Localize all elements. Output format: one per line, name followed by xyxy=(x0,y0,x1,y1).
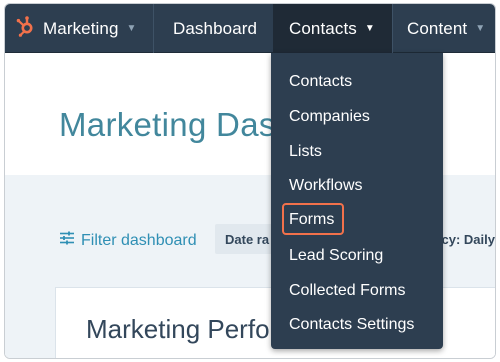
nav-divider xyxy=(392,4,393,53)
page-title: Marketing Das xyxy=(59,106,276,143)
menu-item-collected-forms[interactable]: Collected Forms xyxy=(289,282,405,300)
menu-item-lists[interactable]: Lists xyxy=(289,143,322,161)
hubspot-sprocket-icon xyxy=(15,15,37,42)
caret-down-icon: ▼ xyxy=(364,23,375,34)
menu-item-contacts[interactable]: Contacts xyxy=(289,73,352,91)
filter-dashboard-label: Filter dashboard xyxy=(81,231,197,249)
contacts-dropdown-menu: Contacts Companies Lists Workflows Forms… xyxy=(271,53,443,349)
nav-marketing-label: Marketing xyxy=(43,18,119,38)
menu-item-forms[interactable]: Forms xyxy=(289,211,334,229)
menu-item-companies[interactable]: Companies xyxy=(289,108,370,126)
card-title: Marketing Perfo xyxy=(86,314,270,344)
nav-contacts-label: Contacts xyxy=(289,18,357,38)
nav-content[interactable]: Content ▼ xyxy=(403,4,485,53)
nav-marketing[interactable]: Marketing ▼ xyxy=(15,4,137,53)
filter-dashboard-link[interactable]: Filter dashboard xyxy=(59,231,197,250)
menu-item-workflows[interactable]: Workflows xyxy=(289,177,363,195)
app-window: Marketing ▼ Dashboard Contacts ▼ Content… xyxy=(4,3,496,359)
nav-dashboard-label: Dashboard xyxy=(173,18,258,38)
nav-contacts[interactable]: Contacts ▼ xyxy=(273,4,392,53)
menu-item-lead-scoring[interactable]: Lead Scoring xyxy=(289,247,383,265)
nav-dashboard[interactable]: Dashboard xyxy=(173,4,257,53)
sliders-icon xyxy=(59,231,81,250)
menu-item-contacts-settings[interactable]: Contacts Settings xyxy=(289,316,414,334)
top-nav: Marketing ▼ Dashboard Contacts ▼ Content… xyxy=(5,4,495,53)
date-range-label: Date ra xyxy=(225,231,270,247)
nav-divider xyxy=(153,4,154,53)
nav-content-label: Content xyxy=(407,18,468,38)
caret-down-icon: ▼ xyxy=(475,23,486,34)
caret-down-icon: ▼ xyxy=(126,23,137,34)
